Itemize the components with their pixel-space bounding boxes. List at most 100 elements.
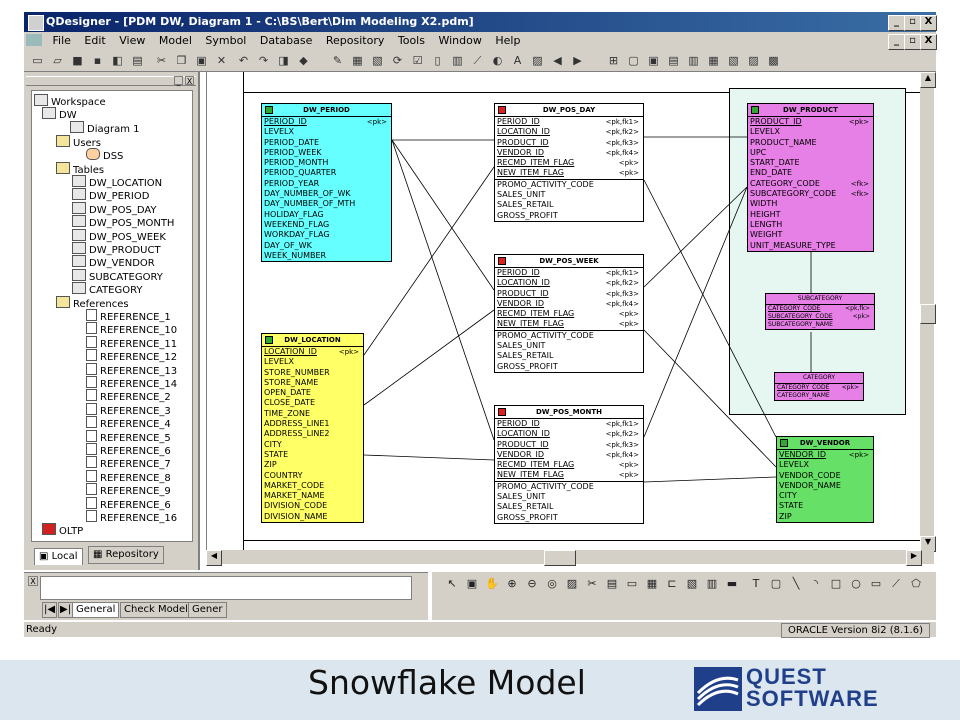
- menu-symbol[interactable]: Symbol: [200, 32, 251, 50]
- tab-scroll-left-icon[interactable]: |◀: [42, 602, 58, 618]
- horizontal-scroll-thumb[interactable]: [544, 550, 576, 566]
- save-icon[interactable]: ■: [70, 53, 85, 68]
- tree-table[interactable]: DW_PRODUCT: [72, 242, 161, 256]
- relationship-line[interactable]: [363, 454, 495, 461]
- menu-database[interactable]: Database: [255, 32, 318, 50]
- tree-reference[interactable]: REFERENCE_11: [86, 335, 177, 350]
- page-icon[interactable]: ▯: [430, 53, 445, 68]
- arc-icon[interactable]: ◝: [808, 576, 824, 592]
- undo-icon[interactable]: ↶: [236, 53, 251, 68]
- tree-user[interactable]: DSS: [86, 148, 123, 162]
- tree-reference[interactable]: REFERENCE_2: [86, 389, 171, 403]
- refresh-icon[interactable]: ⟳: [390, 53, 405, 68]
- zoom-in-icon[interactable]: ⊕: [504, 576, 520, 592]
- zoom-icon[interactable]: ◎: [544, 576, 560, 592]
- zoom-out-icon[interactable]: ⊖: [524, 576, 540, 592]
- brush-icon[interactable]: ⟋: [470, 53, 485, 68]
- tree-reference[interactable]: REFERENCE_14: [86, 376, 177, 390]
- polygon-icon[interactable]: ⬠: [908, 576, 924, 592]
- menu-help[interactable]: Help: [490, 32, 525, 50]
- entity-dw-product[interactable]: DW_PRODUCT PRODUCT_ID <pk> LEVELX PRODUCT_NA…: [747, 103, 874, 252]
- tree-reference[interactable]: REFERENCE_4: [86, 416, 171, 430]
- menu-tools[interactable]: Tools: [393, 32, 430, 50]
- entity-dw-pos-day[interactable]: DW_POS_DAY PERIOD_ID <pk,fk1> LOCATION_ID <p…: [494, 103, 644, 222]
- entity-dw-vendor[interactable]: DW_VENDOR VENDOR_ID <pk> LEVELX VENDOR_CODE V…: [776, 436, 874, 524]
- tree-table[interactable]: DW_VENDOR: [72, 255, 155, 269]
- table-icon[interactable]: ▦: [350, 53, 365, 68]
- panel-grip[interactable]: [26, 76, 196, 86]
- delete-icon[interactable]: ✕: [214, 53, 229, 68]
- menu-file[interactable]: File: [48, 32, 76, 50]
- doc-minimize-button[interactable]: _: [888, 34, 905, 50]
- view1-icon[interactable]: ▢: [626, 53, 641, 68]
- tree-reference[interactable]: REFERENCE_3: [86, 402, 171, 417]
- check-icon[interactable]: ☑: [410, 53, 425, 68]
- file-icon[interactable]: ▬: [724, 576, 740, 592]
- properties-icon[interactable]: ▨: [564, 576, 580, 592]
- save-all-icon[interactable]: ▪: [90, 53, 105, 68]
- back-icon[interactable]: ◀: [550, 53, 565, 68]
- reference-icon[interactable]: ▧: [370, 53, 385, 68]
- tree-table[interactable]: CATEGORY: [72, 282, 143, 296]
- output-list[interactable]: [40, 576, 412, 600]
- tree-workspace[interactable]: Workspace: [34, 94, 106, 108]
- tree-table[interactable]: DW_LOCATION: [72, 175, 162, 189]
- output-close-button[interactable]: X: [28, 576, 38, 586]
- relationship-line[interactable]: [643, 186, 748, 438]
- tree-oltp[interactable]: OLTP: [42, 523, 83, 537]
- menu-view[interactable]: View: [114, 32, 150, 50]
- package-icon[interactable]: ▣: [464, 576, 480, 592]
- scroll-right-icon[interactable]: ▶: [906, 550, 922, 566]
- tree-table[interactable]: DW_PERIOD: [72, 188, 149, 202]
- tree-table[interactable]: DW_POS_WEEK: [72, 228, 166, 243]
- text-tool-icon[interactable]: T: [748, 576, 764, 592]
- edit-icon[interactable]: ✎: [330, 53, 345, 68]
- storage-icon[interactable]: ▥: [704, 576, 720, 592]
- relationship-line[interactable]: [643, 476, 777, 483]
- tree-references-folder[interactable]: References: [56, 296, 129, 310]
- menu-edit[interactable]: Edit: [79, 32, 110, 50]
- color-icon[interactable]: ◐: [490, 53, 505, 68]
- tree-reference[interactable]: REFERENCE_6: [86, 443, 171, 457]
- tree-icon[interactable]: ⊞: [606, 53, 621, 68]
- entity-dw-pos-week[interactable]: DW_POS_WEEK PERIOD_ID <pk,fk1> LOCATION_ID <…: [494, 254, 644, 373]
- tree-reference[interactable]: REFERENCE_5: [86, 429, 171, 444]
- paste-icon[interactable]: ▣: [194, 53, 209, 68]
- maximize-button[interactable]: ▫: [904, 15, 921, 31]
- tree-reference[interactable]: REFERENCE_9: [86, 483, 171, 497]
- tree-reference[interactable]: REFERENCE_13: [86, 362, 177, 377]
- rectangle-icon[interactable]: □: [828, 576, 844, 592]
- entity-dw-period[interactable]: DW_PERIOD PERIOD_ID <pk> LEVELX PERIOD_DATE P…: [261, 103, 392, 263]
- link-icon[interactable]: ▤: [604, 576, 620, 592]
- entity-dw-location[interactable]: DW_LOCATION LOCATION_ID <pk> LEVELX STORE_NU…: [261, 333, 364, 524]
- properties-icon[interactable]: ◨: [276, 53, 291, 68]
- entity-dw-pos-month[interactable]: DW_POS_MONTH PERIOD_ID <pk,fk1> LOCATION_ID…: [494, 405, 644, 524]
- new-icon[interactable]: ▭: [30, 53, 45, 68]
- view3-icon[interactable]: ▤: [666, 53, 681, 68]
- tree-diagram[interactable]: Diagram 1: [70, 121, 139, 135]
- forward-icon[interactable]: ▶: [570, 53, 585, 68]
- menu-window[interactable]: Window: [433, 32, 486, 50]
- font-icon[interactable]: A: [510, 53, 525, 68]
- tree-reference[interactable]: REFERENCE_12: [86, 349, 177, 363]
- reference-tool-icon[interactable]: ⊏: [664, 576, 680, 592]
- tree-reference[interactable]: REFERENCE_6: [86, 496, 171, 511]
- scissors-icon[interactable]: ✂: [584, 576, 600, 592]
- tree-reference[interactable]: REFERENCE_10: [86, 322, 177, 336]
- menu-model[interactable]: Model: [154, 32, 197, 50]
- note-icon[interactable]: ▢: [768, 576, 784, 592]
- cut-icon[interactable]: ✂: [154, 53, 169, 68]
- view5-icon[interactable]: ▦: [706, 53, 721, 68]
- print-preview-icon[interactable]: ◧: [110, 53, 125, 68]
- grid-icon[interactable]: ▥: [450, 53, 465, 68]
- panel-close-button[interactable]: X: [185, 76, 194, 86]
- doc-close-button[interactable]: X: [920, 34, 937, 50]
- relationship-line[interactable]: [363, 309, 495, 406]
- scroll-up-icon[interactable]: ▲: [920, 72, 936, 88]
- table-tool-icon[interactable]: ▭: [624, 576, 640, 592]
- entity-category[interactable]: CATEGORY CATEGORY_CODE <pk> CATEGORY_NAME: [774, 372, 864, 401]
- tab-local[interactable]: ▣ Local: [34, 548, 83, 565]
- relationship-line[interactable]: [391, 139, 495, 441]
- view8-icon[interactable]: ▩: [766, 53, 781, 68]
- tree-model[interactable]: DW: [42, 107, 77, 121]
